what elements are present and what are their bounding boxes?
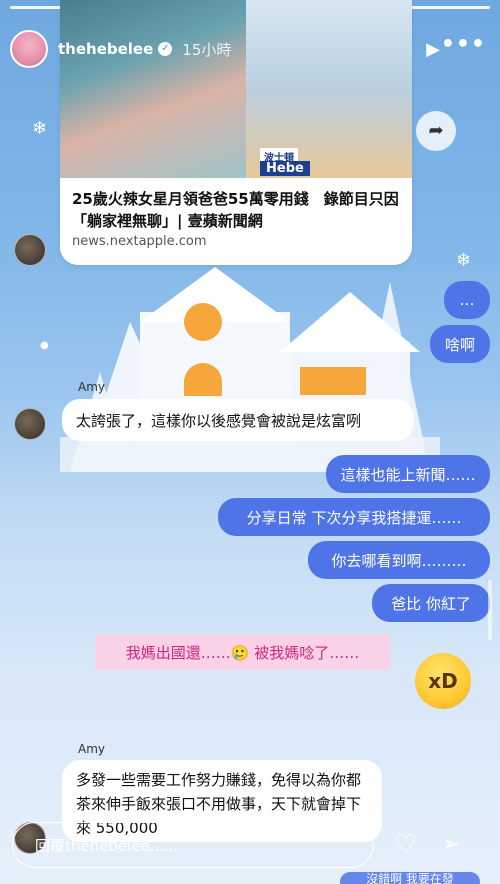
reply-placeholder: 回覆thehebelee...... <box>35 836 179 855</box>
message-bubble-outgoing: 爸比 你紅了 <box>372 584 490 622</box>
story-header: thehebelee ✓ 15小時 ▶ ••• <box>10 30 490 68</box>
avatar <box>14 408 46 440</box>
laughing-emoji-icon: xD <box>415 653 471 709</box>
article-photo-left <box>60 0 246 178</box>
partial-message-bubble: 沒錯啊 我要在發 <box>340 872 480 884</box>
snowflake-icon: ● <box>40 340 49 351</box>
share-icon[interactable]: ➦ <box>416 111 456 151</box>
more-icon[interactable]: ••• <box>441 32 486 57</box>
message-bubble-outgoing: … <box>444 281 490 319</box>
avatar[interactable] <box>10 30 48 68</box>
sender-name: Amy <box>78 742 105 756</box>
snowflake-icon: ❄ <box>456 250 472 271</box>
article-title: 25歲火辣女星月領爸爸55萬零用錢 錄節目只因「躺家裡無聊」| 壹蘋新聞網 <box>72 190 399 230</box>
article-url: news.nextapple.com <box>72 234 207 249</box>
username[interactable]: thehebelee <box>58 40 153 58</box>
highlight-caption: 我媽出國還……🥲 被我媽唸了…… <box>95 634 390 670</box>
avatar <box>14 234 46 266</box>
message-bubble-outgoing: 啥啊 <box>430 325 490 363</box>
message-bubble-outgoing: 這樣也能上新聞…… <box>326 455 490 493</box>
reply-input[interactable]: 回覆thehebelee...... <box>12 822 374 868</box>
sender-name: Amy <box>78 380 105 394</box>
play-icon[interactable]: ▶ <box>426 39 440 60</box>
message-bubble-outgoing: 你去哪看到啊……… <box>308 541 490 579</box>
photo-badge-bottom: Hebe <box>260 161 310 176</box>
snowflake-icon: ❄ <box>32 118 48 139</box>
message-bubble-outgoing: 分享日常 下次分享我搭捷運…… <box>218 498 490 536</box>
message-bubble-incoming: 太誇張了，這樣你以後感覺會被說是炫富咧 <box>62 399 414 441</box>
send-icon[interactable]: ➢ <box>442 832 460 857</box>
verified-check-icon: ✓ <box>158 42 173 56</box>
scrollbar[interactable] <box>488 580 492 640</box>
post-time: 15小時 <box>182 40 232 59</box>
heart-icon[interactable]: ♡ <box>394 830 417 860</box>
